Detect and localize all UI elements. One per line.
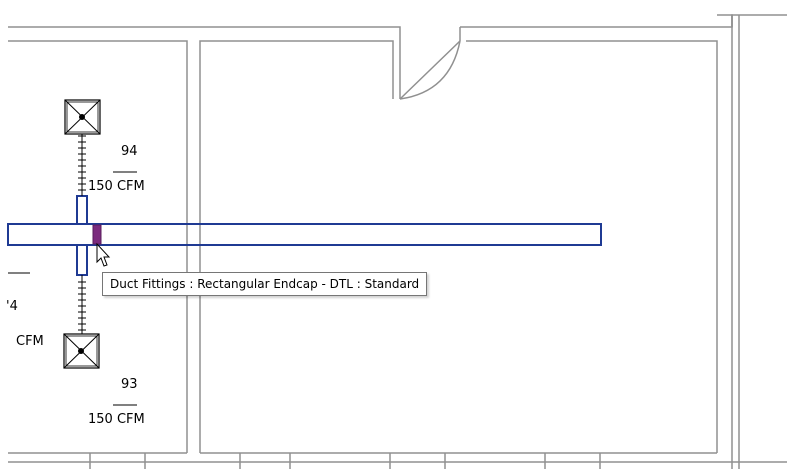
- top-wall-outer[interactable]: [8, 26, 401, 99]
- lower-diffuser-number: 93: [121, 377, 138, 392]
- supply-diffuser-icon[interactable]: [63, 333, 100, 369]
- bottom-wall[interactable]: [8, 452, 787, 463]
- cut-off-tag-flow: CFM: [16, 334, 44, 349]
- branch-duct[interactable]: [76, 195, 88, 276]
- lower-diffuser-flow: 150 CFM: [88, 412, 145, 427]
- room-wall[interactable]: [199, 40, 394, 453]
- corner-mark: [717, 14, 733, 27]
- top-wall-outer-right[interactable]: [460, 14, 787, 28]
- branch-duct-upper[interactable]: [76, 195, 88, 225]
- room-wall-right[interactable]: [466, 40, 718, 453]
- rectangular-endcap[interactable]: [92, 224, 102, 245]
- upper-diffuser-number: 94: [121, 144, 138, 159]
- walls: [8, 14, 787, 469]
- door-panel[interactable]: [399, 40, 461, 100]
- element-tooltip: Duct Fittings : Rectangular Endcap - DTL…: [102, 272, 428, 296]
- mouse-pointer-icon: [96, 242, 111, 267]
- cut-off-tag-number: '4: [6, 299, 18, 314]
- supply-diffuser-icon[interactable]: [64, 99, 101, 135]
- upper-diffuser-flow: 150 CFM: [88, 179, 145, 194]
- window-segments: [89, 453, 601, 469]
- floor-plan-canvas[interactable]: 94 150 CFM 93 150 CFM '4 CFM: [0, 0, 787, 469]
- branch-duct-lower[interactable]: [76, 244, 88, 276]
